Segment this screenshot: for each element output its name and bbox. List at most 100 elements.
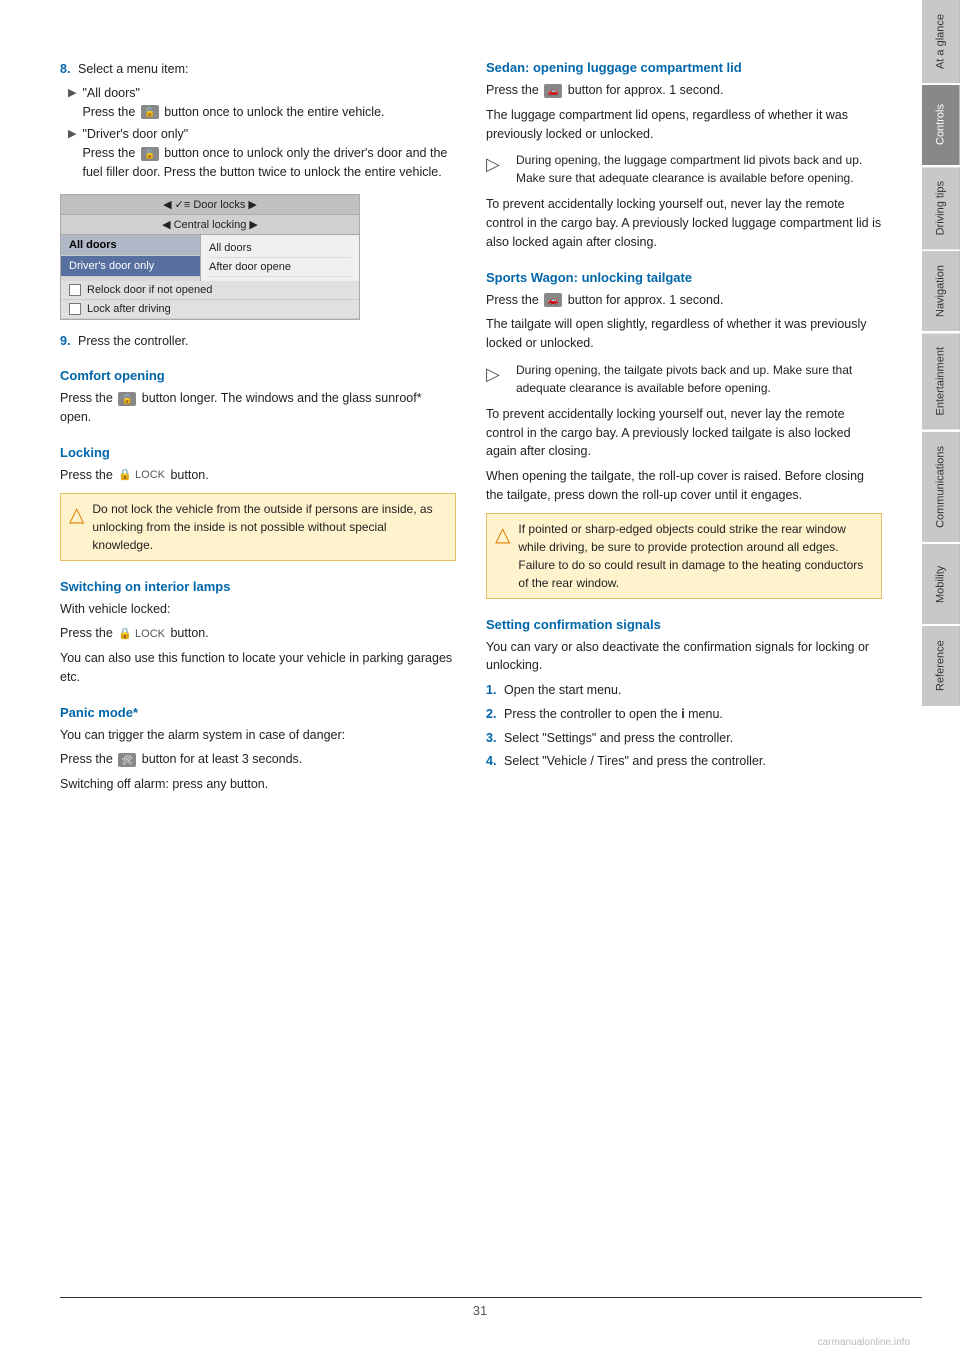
locking-warning-text: Do not lock the vehicle from the outside… (92, 500, 447, 554)
drivers-door-label: "Driver's door only" (82, 125, 456, 144)
step-9-number: 9. (60, 332, 78, 351)
sidebar-tab-communications[interactable]: Communications (922, 432, 960, 542)
conf-step-1-text: Open the start menu. (504, 681, 621, 700)
sedan-text3: To prevent accidentally locking yourself… (486, 195, 882, 251)
watermark: carmanualonline.info (818, 1337, 910, 1348)
switching-heading: Switching on interior lamps (60, 579, 456, 594)
page-container: 8. Select a menu item: ▶ "All doors" Pre… (0, 0, 960, 1358)
relock-label: Relock door if not opened (87, 284, 212, 296)
page-number: 31 (473, 1303, 487, 1318)
conf-step-3-text: Select "Settings" and press the controll… (504, 729, 733, 748)
sports-text4: When opening the tailgate, the roll-up c… (486, 467, 882, 505)
locking-heading: Locking (60, 445, 456, 460)
i-menu-label: i (681, 707, 684, 721)
doorlock-title-bar: ◀ ✓≡ Door locks ▶ (61, 195, 359, 215)
drivers-door-content: "Driver's door only" Press the 🔓 button … (82, 125, 456, 181)
sports-note-text: During opening, the tailgate pivots back… (516, 361, 882, 397)
doorlock-right-item-2: After door opene (209, 258, 351, 277)
panic-icon: 🛠 (118, 753, 136, 767)
note-triangle-icon-1: ▷ (486, 151, 508, 173)
conf-step-4-num: 4. (486, 752, 504, 771)
step-9-text: Press the controller. (78, 332, 188, 351)
sports-text3: To prevent accidentally locking yourself… (486, 405, 882, 461)
all-doors-item: ▶ "All doors" Press the 🔓 button once to… (68, 84, 456, 122)
relock-checkbox[interactable] (69, 284, 81, 296)
conf-step-1-num: 1. (486, 681, 504, 700)
doorlock-option-all-doors[interactable]: All doors (61, 235, 200, 256)
bottom-rule (60, 1297, 922, 1298)
switching-step1: Press the 🔒 LOCK button. (60, 624, 456, 643)
trunk-icon-2: 🚗 (544, 293, 562, 307)
drivers-door-desc: Press the 🔓 button once to unlock only t… (82, 144, 456, 182)
lock-driving-label: Lock after driving (87, 303, 171, 315)
main-content: 8. Select a menu item: ▶ "All doors" Pre… (0, 0, 922, 1358)
conf-step-3-num: 3. (486, 729, 504, 748)
confirmation-heading: Setting confirmation signals (486, 617, 882, 632)
sidebar: At a glance Controls Driving tips Naviga… (922, 0, 960, 1358)
doorlock-checkbox-lock-driving: Lock after driving (61, 300, 359, 319)
panic-heading: Panic mode* (60, 705, 456, 720)
sidebar-tab-mobility[interactable]: Mobility (922, 544, 960, 624)
sidebar-tab-controls[interactable]: Controls (922, 85, 960, 165)
sidebar-tab-driving-tips[interactable]: Driving tips (922, 167, 960, 249)
sports-heading: Sports Wagon: unlocking tailgate (486, 270, 882, 285)
trunk-icon-1: 🚗 (544, 84, 562, 98)
doorlock-subtitle-bar: ◀ Central locking ▶ (61, 215, 359, 235)
comfort-opening-heading: Comfort opening (60, 368, 456, 383)
sports-text2: The tailgate will open slightly, regardl… (486, 315, 882, 353)
doorlock-option-drivers-door[interactable]: Driver's door only (61, 256, 200, 277)
all-doors-label: "All doors" (82, 84, 384, 103)
sedan-note-text: During opening, the luggage compartment … (516, 151, 882, 187)
drivers-door-item: ▶ "Driver's door only" Press the 🔓 butto… (68, 125, 456, 181)
arrow-icon-1: ▶ (68, 86, 76, 99)
step-9: 9. Press the controller. (60, 332, 456, 351)
sidebar-tab-entertainment[interactable]: Entertainment (922, 333, 960, 429)
conf-step-2-num: 2. (486, 705, 504, 724)
all-doors-content: "All doors" Press the 🔓 button once to u… (82, 84, 384, 122)
unlock-icon-1: 🔓 (141, 105, 159, 119)
doorlock-right-item-1: All doors (209, 239, 351, 258)
conf-step-1: 1. Open the start menu. (486, 681, 882, 700)
doorlock-right-panel: All doors After door opene (201, 235, 359, 281)
confirmation-text: You can vary or also deactivate the conf… (486, 638, 882, 676)
sedan-heading: Sedan: opening luggage compartment lid (486, 60, 882, 75)
conf-step-2: 2. Press the controller to open the i me… (486, 705, 882, 724)
sports-note-box: ▷ During opening, the tailgate pivots ba… (486, 361, 882, 397)
doorlock-left-panel: All doors Driver's door only (61, 235, 201, 281)
lock-icon: 🔒 LOCK (118, 467, 165, 484)
right-column: Sedan: opening luggage compartment lid P… (486, 60, 882, 1298)
panic-text3: Switching off alarm: press any button. (60, 775, 456, 794)
switching-step2: You can also use this function to locate… (60, 649, 456, 687)
sidebar-tab-navigation[interactable]: Navigation (922, 251, 960, 331)
doorlock-checkbox-relock: Relock door if not opened (61, 281, 359, 300)
conf-step-4: 4. Select "Vehicle / Tires" and press th… (486, 752, 882, 771)
panic-text1: You can trigger the alarm system in case… (60, 726, 456, 745)
conf-step-2-text: Press the controller to open the i menu. (504, 705, 723, 724)
lock-driving-checkbox[interactable] (69, 303, 81, 315)
sports-text1: Press the 🚗 button for approx. 1 second. (486, 291, 882, 310)
arrow-icon-2: ▶ (68, 127, 76, 140)
lock-icon-2: 🔒 LOCK (118, 626, 165, 643)
warning-triangle-icon-2: △ (495, 520, 510, 550)
sedan-text2: The luggage compartment lid opens, regar… (486, 106, 882, 144)
warning-triangle-icon: △ (69, 500, 84, 530)
sports-warning-text: If pointed or sharp-edged objects could … (518, 520, 873, 592)
all-doors-desc: Press the 🔓 button once to unlock the en… (82, 103, 384, 122)
doorlock-body: All doors Driver's door only All doors A… (61, 235, 359, 281)
left-column: 8. Select a menu item: ▶ "All doors" Pre… (60, 60, 456, 1298)
panic-text2: Press the 🛠 button for at least 3 second… (60, 750, 456, 769)
locking-text: Press the 🔒 LOCK button. (60, 466, 456, 485)
sidebar-tab-at-a-glance[interactable]: At a glance (922, 0, 960, 83)
sedan-text1: Press the 🚗 button for approx. 1 second. (486, 81, 882, 100)
conf-step-4-text: Select "Vehicle / Tires" and press the c… (504, 752, 766, 771)
step-8-number: 8. (60, 60, 78, 79)
switching-intro: With vehicle locked: (60, 600, 456, 619)
step-8-heading: 8. Select a menu item: (60, 60, 456, 79)
conf-step-3: 3. Select "Settings" and press the contr… (486, 729, 882, 748)
step-8-text: Select a menu item: (78, 60, 188, 79)
unlock-icon-3: 🔓 (118, 392, 136, 406)
sidebar-tab-reference[interactable]: Reference (922, 626, 960, 706)
sedan-note-box: ▷ During opening, the luggage compartmen… (486, 151, 882, 187)
locking-warning-box: △ Do not lock the vehicle from the outsi… (60, 493, 456, 561)
doorlock-ui: ◀ ✓≡ Door locks ▶ ◀ Central locking ▶ Al… (60, 194, 360, 320)
